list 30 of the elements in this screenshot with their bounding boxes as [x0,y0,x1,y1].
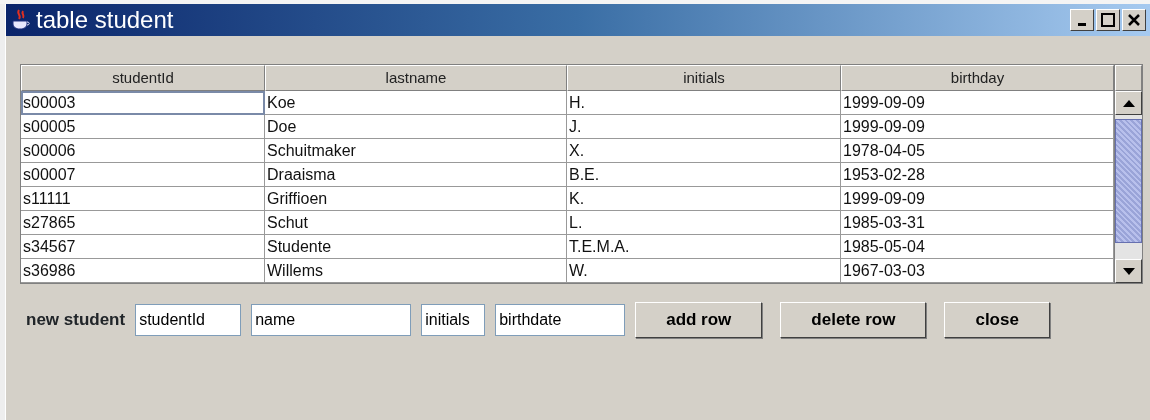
table-cell: s36986 [21,259,265,283]
column-header[interactable]: initials [567,65,841,91]
table-cell: Willems [265,259,567,283]
action-button[interactable]: close [944,302,1050,338]
column-header[interactable]: studentId [21,65,265,91]
close-icon [1127,13,1141,27]
coffee-cup-icon [10,8,32,32]
input-field[interactable]: initials [421,304,486,336]
close-window-button[interactable] [1122,9,1146,31]
scrollbar[interactable] [1114,65,1142,283]
column-header[interactable]: birthday [841,65,1114,91]
action-button[interactable]: delete row [780,302,927,338]
column-header[interactable]: lastname [265,65,567,91]
table-cell: 1967-03-03 [841,259,1114,283]
action-button[interactable]: add row [635,302,763,338]
minimize-icon [1078,23,1086,26]
table-cell: W. [567,259,841,283]
input-field[interactable]: birthdate [495,304,626,336]
maximize-button[interactable] [1096,9,1120,31]
minimize-button[interactable] [1070,9,1094,31]
window-title: table student [36,5,174,35]
scroll-down-icon[interactable] [1122,267,1135,275]
scrollbar-thumb[interactable] [1115,119,1142,243]
header-corner [1115,65,1142,91]
maximize-icon [1101,13,1115,27]
table-cell: s00003 [21,91,265,115]
input-field[interactable]: studentId [135,304,242,336]
input-field[interactable]: name [251,304,412,336]
form-label: new student [26,309,126,332]
scroll-up-icon[interactable] [1122,99,1135,107]
